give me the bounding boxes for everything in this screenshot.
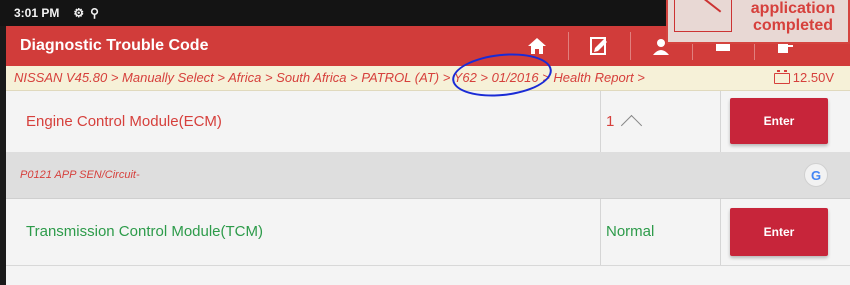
- battery-voltage: 12.50V: [773, 66, 834, 90]
- dtc-code-text: P0121 APP SEN/Circuit-: [20, 169, 140, 181]
- empty-row: [6, 266, 850, 285]
- module-row-ecm: Engine Control Module(ECM) 1 Enter: [6, 91, 850, 153]
- enter-button-tcm[interactable]: Enter: [730, 208, 828, 256]
- application-completed-sticker: application completed: [666, 0, 850, 44]
- module-status-ecm[interactable]: 1: [606, 91, 643, 152]
- dtc-count: 1: [606, 113, 615, 130]
- page-title: Diagnostic Trouble Code: [20, 37, 209, 54]
- google-search-icon[interactable]: G: [804, 163, 828, 187]
- dtc-row: P0121 APP SEN/Circuit- G: [6, 152, 850, 199]
- sticker-arrow-icon: [674, 0, 732, 32]
- battery-icon: [773, 69, 790, 84]
- report-icon: [590, 37, 607, 55]
- home-icon: [528, 38, 546, 54]
- module-status-tcm: Normal: [606, 223, 655, 240]
- breadcrumb: NISSAN V45.80 > Manually Select > Africa…: [6, 66, 850, 91]
- module-name-tcm: Transmission Control Module(TCM): [26, 223, 263, 240]
- chevron-up-icon: [621, 114, 643, 137]
- sticker-text: application completed: [750, 0, 836, 34]
- module-name-ecm: Engine Control Module(ECM): [26, 113, 222, 130]
- diagnostic-app-window: Diagnostic Trouble Code NISSAN V45.80 > …: [6, 26, 850, 285]
- report-button[interactable]: [584, 31, 614, 61]
- settings-gear-icon: ⚙: [73, 6, 85, 20]
- module-row-tcm: Transmission Control Module(TCM) Normal …: [6, 199, 850, 266]
- enter-button-ecm[interactable]: Enter: [730, 98, 828, 144]
- voltage-value: 12.50V: [792, 70, 834, 85]
- clock-time: 3:01 PM: [14, 6, 60, 20]
- usb-debug-icon: ⚲: [90, 6, 99, 20]
